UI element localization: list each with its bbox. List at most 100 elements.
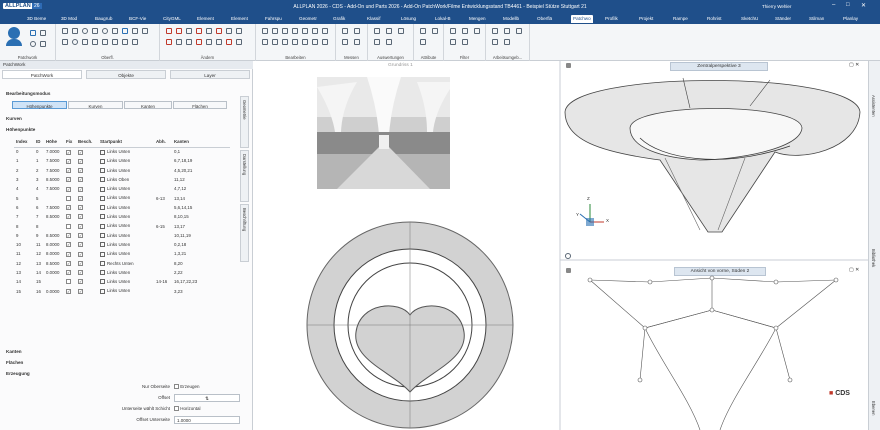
filter-layer-icon[interactable]: [462, 28, 468, 34]
join-icon[interactable]: [236, 28, 242, 34]
patch-icon[interactable]: [30, 30, 36, 36]
align-icon[interactable]: [186, 39, 192, 45]
table-row[interactable]: 6 6 7.5000 ✓ ✓ Links Unten 5,6,14,15: [14, 203, 230, 212]
surface-icon[interactable]: [122, 28, 128, 34]
horizontal-checkbox[interactable]: Horizontal: [174, 406, 201, 412]
table-cell[interactable]: ✓: [76, 212, 98, 221]
ribbon-tab[interactable]: Planlay: [843, 16, 858, 21]
column-header[interactable]: Höhe: [44, 137, 64, 148]
table-cell[interactable]: ✓: [64, 268, 76, 277]
export-icon[interactable]: [398, 28, 404, 34]
table-row[interactable]: 10 11 8.0000 ✓ ✓ Links Unten 0,2,18: [14, 240, 230, 249]
table-cell[interactable]: ✓: [76, 259, 98, 268]
arc-icon[interactable]: [82, 28, 88, 34]
circle-icon[interactable]: [30, 41, 36, 47]
table-cell[interactable]: ✓: [64, 240, 76, 249]
toolbar-icon[interactable]: [504, 39, 510, 45]
ribbon-tab[interactable]: Modellb: [503, 16, 519, 21]
assign-icon[interactable]: [432, 28, 438, 34]
column-header[interactable]: Kanten: [172, 137, 230, 148]
rectangle-icon[interactable]: [92, 28, 98, 34]
ribbon-tab[interactable]: Lokal-B: [435, 16, 451, 21]
ribbon-tab[interactable]: Rampe: [673, 16, 688, 21]
user-icon[interactable]: [8, 27, 20, 39]
section-flaechen[interactable]: Flächen: [6, 360, 23, 365]
table-cell[interactable]: ✓: [76, 277, 98, 286]
table-cell[interactable]: [64, 277, 76, 286]
table-row[interactable]: 12 13 8.5000 ✓ ✓ Rechts Unten 8,20: [14, 259, 230, 268]
delete-icon[interactable]: [196, 28, 202, 34]
table-row[interactable]: 0 0 7.0000 ✓ ✓ Links Unten 0,1: [14, 147, 230, 156]
ribbon-tab[interactable]: Oberflä: [537, 16, 552, 21]
table-cell[interactable]: ✓: [76, 156, 98, 165]
side-tab-geometrie[interactable]: Geometrie: [240, 96, 249, 148]
ribbon-tab[interactable]: 3D Mod: [61, 16, 77, 21]
section-kurven[interactable]: Kurven: [6, 116, 22, 121]
table-cell[interactable]: ✓: [76, 240, 98, 249]
table-cell[interactable]: ✓: [64, 212, 76, 221]
filter-color-icon[interactable]: [450, 39, 456, 45]
hatch-icon[interactable]: [102, 39, 108, 45]
table-row[interactable]: 8 8 ✓ Links Unten 6-15 13,17: [14, 221, 230, 230]
section-kanten[interactable]: Kanten: [6, 349, 22, 354]
isolate-icon[interactable]: [302, 39, 308, 45]
table-cell[interactable]: ✓: [76, 249, 98, 258]
table-row[interactable]: 7 7 8.5000 ✓ ✓ Links Unten 8,10,15: [14, 212, 230, 221]
table-cell[interactable]: ✓: [64, 184, 76, 193]
tab-layer[interactable]: Layer: [170, 70, 250, 79]
measure-icon[interactable]: [342, 28, 348, 34]
info-icon[interactable]: [420, 39, 426, 45]
table-cell[interactable]: ✓: [64, 249, 76, 258]
section-erzeugung[interactable]: Erzeugung: [6, 371, 30, 376]
table-cell[interactable]: ✓: [76, 231, 98, 240]
table-row[interactable]: 1 1 7.5000 ✓ ✓ Links Unten 6,7,18,19: [14, 156, 230, 165]
table-cell[interactable]: [64, 193, 76, 202]
ribbon-tab[interactable]: Fahrspu: [265, 16, 282, 21]
table-row[interactable]: 3 3 8.5000 ✓ ✓ Links Oben 11,12: [14, 175, 230, 184]
sidebar-assistenten[interactable]: Assistenten: [871, 95, 876, 117]
text-icon[interactable]: [132, 28, 138, 34]
table-cell[interactable]: ✓: [76, 193, 98, 202]
mode-kanten[interactable]: Kanten: [124, 101, 172, 109]
ribbon-tab[interactable]: Element: [197, 16, 214, 21]
group-icon[interactable]: [236, 39, 242, 45]
column-header[interactable]: Startpunkt: [98, 137, 154, 148]
report-icon[interactable]: [374, 28, 380, 34]
sidebar-ebenen[interactable]: Ebenen: [871, 401, 876, 415]
table-icon[interactable]: [386, 28, 392, 34]
mode-flaechen[interactable]: Flächen: [173, 101, 227, 109]
ribbon-tab[interactable]: BCF-Vie: [129, 16, 146, 21]
table-cell[interactable]: ✓: [76, 268, 98, 277]
mode-hoehenpunkte[interactable]: Höhenpunkte: [12, 101, 67, 109]
copy-icon[interactable]: [132, 39, 138, 45]
select-icon[interactable]: [302, 28, 308, 34]
grid-icon[interactable]: [40, 30, 46, 36]
table-cell[interactable]: ✓: [76, 184, 98, 193]
table-cell[interactable]: ✓: [76, 203, 98, 212]
column-header[interactable]: Besch.: [76, 137, 98, 148]
table-cell[interactable]: [64, 221, 76, 230]
ellipse-icon[interactable]: [102, 28, 108, 34]
paste-icon[interactable]: [272, 28, 278, 34]
table-cell[interactable]: ✓: [64, 231, 76, 240]
tag-icon[interactable]: [420, 28, 426, 34]
rotate-icon[interactable]: [176, 28, 182, 34]
ribbon-tab[interactable]: SketchU: [741, 16, 758, 21]
lock-icon[interactable]: [262, 39, 268, 45]
ribbon-tab[interactable]: Stilman: [809, 16, 824, 21]
volume-icon[interactable]: [354, 39, 360, 45]
column-header[interactable]: ID: [34, 137, 44, 148]
edit-icon[interactable]: [122, 39, 128, 45]
tab-objekte[interactable]: Objekte: [86, 70, 166, 79]
offset-icon[interactable]: [82, 39, 88, 45]
spline-icon[interactable]: [112, 28, 118, 34]
paint-icon[interactable]: [226, 39, 232, 45]
ribbon-tab[interactable]: Rohrist: [707, 16, 722, 21]
table-cell[interactable]: ✓: [64, 286, 76, 295]
table-cell[interactable]: ✓: [64, 166, 76, 175]
ribbon-tab[interactable]: Profilk: [605, 16, 618, 21]
ribbon-tab[interactable]: Element: [231, 16, 248, 21]
table-cell[interactable]: ✓: [76, 221, 98, 230]
section-hoehenpunkte[interactable]: Höhenpunkte: [6, 127, 35, 132]
palette-icon[interactable]: [492, 39, 498, 45]
